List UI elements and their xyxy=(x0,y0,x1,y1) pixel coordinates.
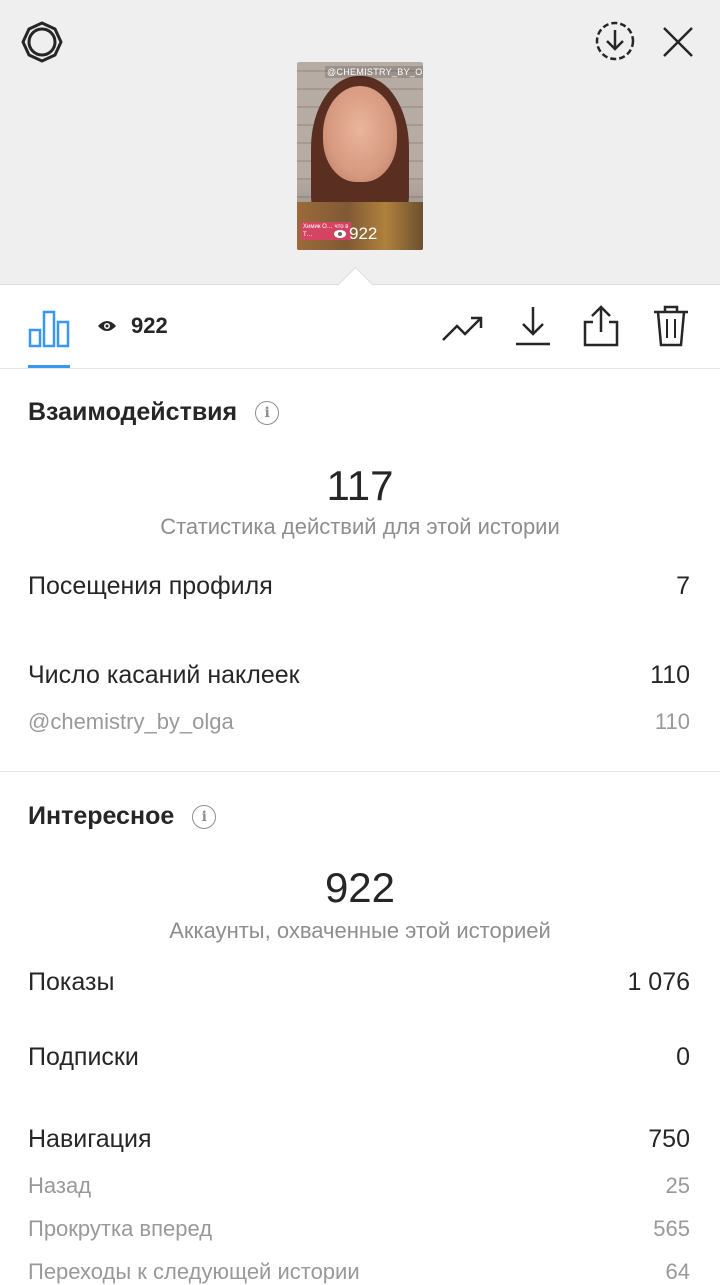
active-tab-indicator xyxy=(28,365,70,368)
stat-subvalue: 110 xyxy=(654,709,690,734)
discovery-header: Интересное i xyxy=(28,802,217,831)
interactions-total-label: Статистика действий для этой истории xyxy=(160,514,560,539)
stat-label: Подписки xyxy=(28,1043,139,1071)
bar-chart-icon[interactable] xyxy=(28,307,70,349)
views-summary[interactable]: 922 xyxy=(97,313,168,339)
story-views-count: 922 xyxy=(349,224,378,243)
story-mention-tag: @CHEMISTRY_BY_OLGA xyxy=(325,66,423,78)
settings-gear-icon[interactable] xyxy=(18,18,66,66)
close-icon[interactable] xyxy=(656,20,700,64)
stat-subrow-forward: Прокрутка вперед 565 xyxy=(28,1216,690,1242)
stat-sublabel: Назад xyxy=(28,1173,92,1198)
download-icon[interactable] xyxy=(512,303,554,349)
info-icon[interactable]: i xyxy=(192,804,217,829)
stat-subrow-back: Назад 25 xyxy=(28,1173,690,1199)
trending-icon[interactable] xyxy=(440,309,486,349)
stat-value: 750 xyxy=(648,1125,690,1153)
stat-sublabel: @chemistry_by_olga xyxy=(28,709,234,734)
discovery-total: 922 xyxy=(324,864,396,911)
stat-sublabel: Прокрутка вперед xyxy=(28,1216,213,1241)
stat-subvalue: 25 xyxy=(665,1173,690,1198)
stat-value: 110 xyxy=(650,661,690,689)
stat-row-follows: Подписки 0 xyxy=(28,1043,690,1072)
section-divider xyxy=(0,771,720,772)
stat-row-navigation: Навигация 750 xyxy=(28,1125,690,1154)
stat-value: 0 xyxy=(676,1043,690,1071)
story-thumbnail[interactable]: @CHEMISTRY_BY_OLGA Химик О… что в Т… 922 xyxy=(297,62,423,250)
interactions-title: Взаимодействия xyxy=(28,398,238,426)
download-circle-icon[interactable] xyxy=(592,18,638,64)
stat-sublabel: Переходы к следующей истории xyxy=(28,1259,360,1284)
stat-label: Число касаний наклеек xyxy=(28,661,300,689)
stat-label: Навигация xyxy=(28,1125,152,1153)
views-count: 922 xyxy=(131,313,168,338)
story-views-overlay: 922 xyxy=(333,224,377,244)
stat-value: 7 xyxy=(676,572,690,600)
stat-subvalue: 565 xyxy=(653,1216,690,1241)
interactions-header: Взаимодействия i xyxy=(28,398,280,427)
stat-subrow-next-story: Переходы к следующей истории 64 xyxy=(28,1259,690,1285)
stat-subrow-mention: @chemistry_by_olga 110 xyxy=(28,709,690,735)
stat-value: 1 076 xyxy=(627,968,690,996)
stat-row-impressions: Показы 1 076 xyxy=(28,968,690,997)
info-icon[interactable]: i xyxy=(255,400,280,425)
share-icon[interactable] xyxy=(580,303,622,349)
stat-row-sticker-taps: Число касаний наклеек 110 xyxy=(28,661,690,690)
stat-subvalue: 64 xyxy=(665,1259,690,1284)
discovery-title: Интересное xyxy=(28,802,175,830)
stat-label: Показы xyxy=(28,968,115,996)
story-photo-face xyxy=(323,86,397,182)
trash-icon[interactable] xyxy=(650,303,692,349)
stat-row-profile-visits: Посещения профиля 7 xyxy=(28,572,690,601)
story-preview-area: @CHEMISTRY_BY_OLGA Химик О… что в Т… 922 xyxy=(0,0,720,285)
eye-icon xyxy=(333,224,347,244)
eye-icon xyxy=(97,313,117,339)
discovery-total-label: Аккаунты, охваченные этой историей xyxy=(169,918,551,943)
stat-label: Посещения профиля xyxy=(28,572,273,600)
interactions-total: 117 xyxy=(326,462,394,509)
